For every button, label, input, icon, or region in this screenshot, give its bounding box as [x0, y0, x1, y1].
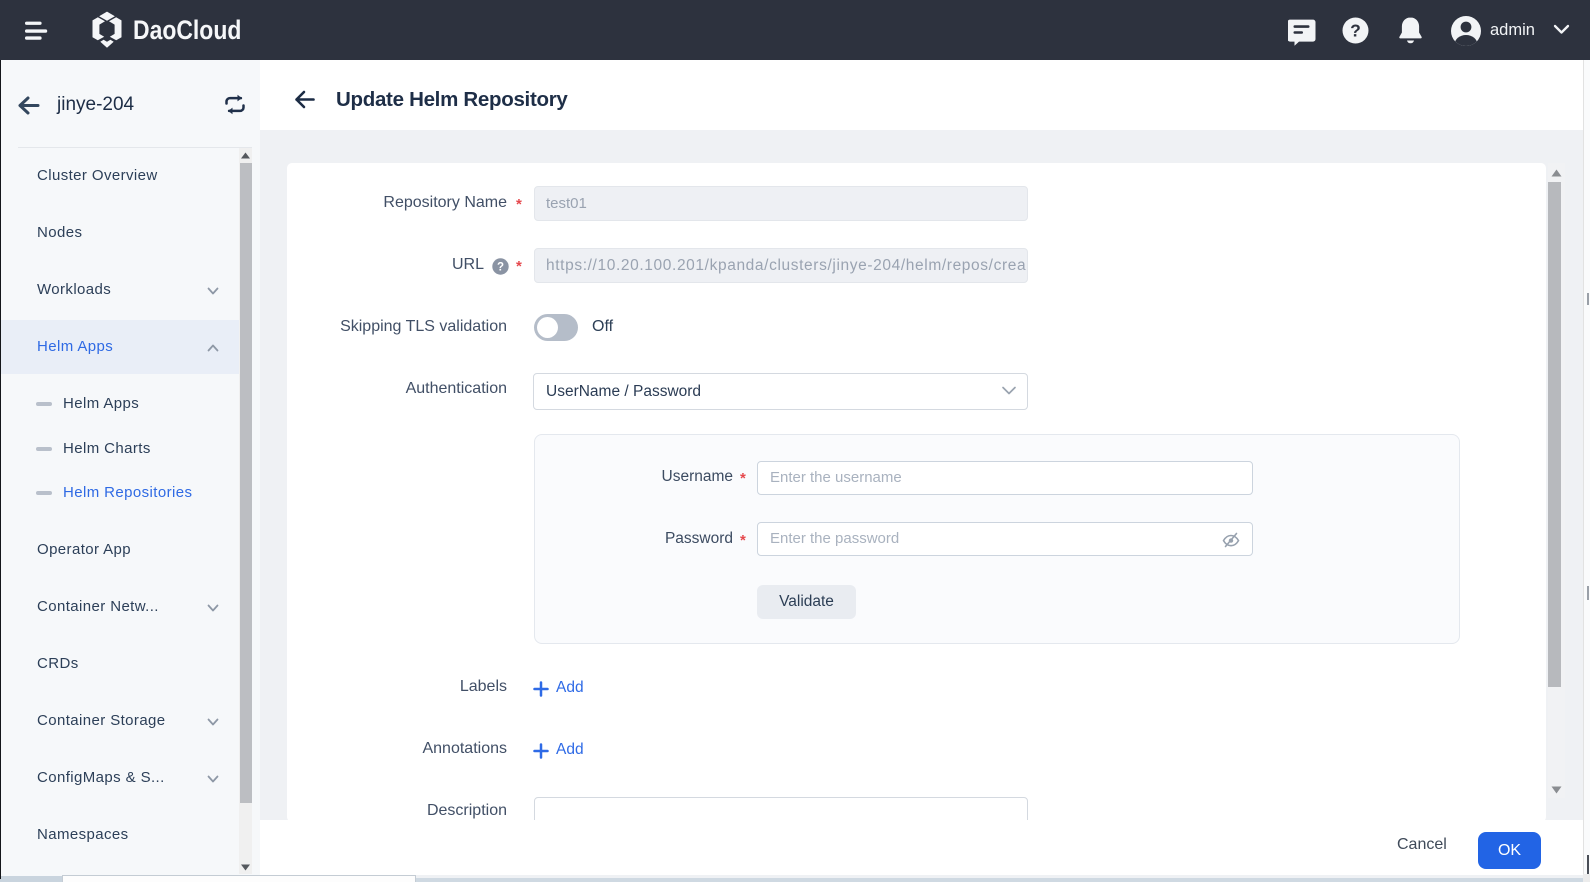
svg-text:?: ? [497, 262, 504, 274]
svg-text:?: ? [1350, 21, 1361, 41]
